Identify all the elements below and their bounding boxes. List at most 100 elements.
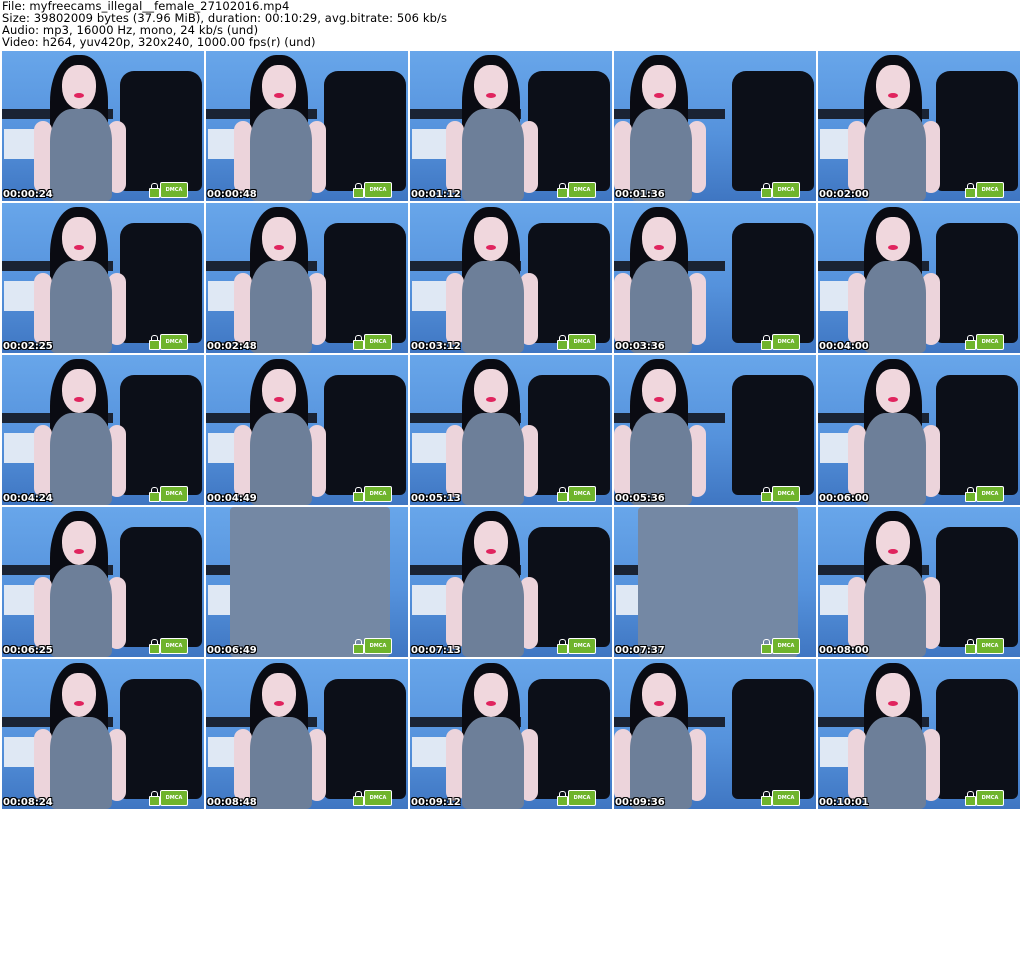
- dmca-badge: DMCA: [772, 182, 800, 198]
- timestamp-label: 00:09:36: [615, 797, 665, 808]
- video-thumbnail: DMCA 00:08:00: [818, 507, 1020, 657]
- face-shape: [474, 521, 508, 565]
- timestamp-label: 00:05:36: [615, 493, 665, 504]
- video-thumbnail: DMCA 00:07:37: [614, 507, 816, 657]
- video-thumbnail: DMCA 00:10:01: [818, 659, 1020, 809]
- dress-shape: [250, 413, 312, 505]
- timestamp-label: 00:04:00: [819, 341, 869, 352]
- timestamp-label: 00:03:12: [411, 341, 461, 352]
- dress-shape: [50, 717, 112, 809]
- video-thumbnail: DMCA 00:07:13: [410, 507, 612, 657]
- dmca-badge: DMCA: [364, 638, 392, 654]
- dmca-badge: DMCA: [772, 486, 800, 502]
- dress-shape: [50, 261, 112, 353]
- lock-icon: [965, 791, 976, 806]
- lock-icon: [761, 487, 772, 502]
- face-shape: [876, 673, 910, 717]
- face-shape: [62, 673, 96, 717]
- chair-shape: [936, 527, 1018, 647]
- dress-shape: [50, 109, 112, 201]
- chair-shape: [528, 527, 610, 647]
- face-shape: [62, 521, 96, 565]
- dmca-badge: DMCA: [160, 486, 188, 502]
- chair-shape: [936, 375, 1018, 495]
- face-shape: [642, 369, 676, 413]
- lips-shape: [486, 701, 496, 706]
- chair-shape: [324, 375, 406, 495]
- dress-closeup-shape: [638, 507, 798, 657]
- dress-shape: [50, 565, 112, 657]
- dmca-badge: DMCA: [568, 486, 596, 502]
- lock-icon: [353, 183, 364, 198]
- face-shape: [876, 369, 910, 413]
- lock-icon: [353, 487, 364, 502]
- dress-shape: [462, 109, 524, 201]
- video-thumbnail: DMCA 00:08:24: [2, 659, 204, 809]
- dmca-badge: DMCA: [364, 334, 392, 350]
- video-thumbnail: DMCA 00:02:25: [2, 203, 204, 353]
- lips-shape: [274, 245, 284, 250]
- chair-shape: [120, 679, 202, 799]
- face-shape: [262, 673, 296, 717]
- lips-shape: [74, 245, 84, 250]
- dmca-badge: DMCA: [364, 790, 392, 806]
- dress-shape: [630, 717, 692, 809]
- video-thumbnail: DMCA 00:08:48: [206, 659, 408, 809]
- chair-shape: [528, 375, 610, 495]
- timestamp-label: 00:04:49: [207, 493, 257, 504]
- lips-shape: [888, 701, 898, 706]
- lips-shape: [74, 701, 84, 706]
- lips-shape: [274, 93, 284, 98]
- timestamp-label: 00:00:24: [3, 189, 53, 200]
- lock-icon: [557, 487, 568, 502]
- timestamp-label: 00:02:00: [819, 189, 869, 200]
- lips-shape: [654, 93, 664, 98]
- lock-icon: [353, 335, 364, 350]
- chair-shape: [324, 679, 406, 799]
- lips-shape: [486, 397, 496, 402]
- chair-shape: [120, 223, 202, 343]
- chair-shape: [528, 223, 610, 343]
- video-thumbnail: DMCA 00:03:36: [614, 203, 816, 353]
- video-thumbnail: DMCA 00:06:00: [818, 355, 1020, 505]
- face-shape: [262, 65, 296, 109]
- video-thumbnail: DMCA 00:00:24: [2, 51, 204, 201]
- dress-shape: [462, 261, 524, 353]
- dmca-badge: DMCA: [568, 790, 596, 806]
- timestamp-label: 00:03:36: [615, 341, 665, 352]
- timestamp-label: 00:07:37: [615, 645, 665, 656]
- video-thumbnail: DMCA 00:02:48: [206, 203, 408, 353]
- video-thumbnail: DMCA 00:00:48: [206, 51, 408, 201]
- timestamp-label: 00:01:36: [615, 189, 665, 200]
- dmca-badge: DMCA: [160, 182, 188, 198]
- lock-icon: [557, 335, 568, 350]
- face-shape: [62, 65, 96, 109]
- video-thumbnail: DMCA 00:06:25: [2, 507, 204, 657]
- dress-shape: [630, 109, 692, 201]
- chair-shape: [528, 679, 610, 799]
- timestamp-label: 00:08:24: [3, 797, 53, 808]
- face-shape: [642, 673, 676, 717]
- timestamp-label: 00:05:13: [411, 493, 461, 504]
- dmca-badge: DMCA: [976, 486, 1004, 502]
- lips-shape: [486, 93, 496, 98]
- face-shape: [62, 217, 96, 261]
- timestamp-label: 00:02:48: [207, 341, 257, 352]
- dress-closeup-shape: [230, 507, 390, 657]
- dmca-badge: DMCA: [772, 334, 800, 350]
- lock-icon: [761, 791, 772, 806]
- lips-shape: [654, 701, 664, 706]
- dress-shape: [50, 413, 112, 505]
- dress-shape: [250, 109, 312, 201]
- dmca-badge: DMCA: [160, 638, 188, 654]
- lips-shape: [654, 397, 664, 402]
- file-info-header: File: myfreecams_illegal__female_2710201…: [2, 0, 1022, 48]
- face-shape: [62, 369, 96, 413]
- face-shape: [262, 217, 296, 261]
- dress-shape: [864, 565, 926, 657]
- video-thumbnail: DMCA 00:01:12: [410, 51, 612, 201]
- video-thumbnail: DMCA 00:05:13: [410, 355, 612, 505]
- lips-shape: [888, 245, 898, 250]
- timestamp-label: 00:02:25: [3, 341, 53, 352]
- dmca-badge: DMCA: [568, 638, 596, 654]
